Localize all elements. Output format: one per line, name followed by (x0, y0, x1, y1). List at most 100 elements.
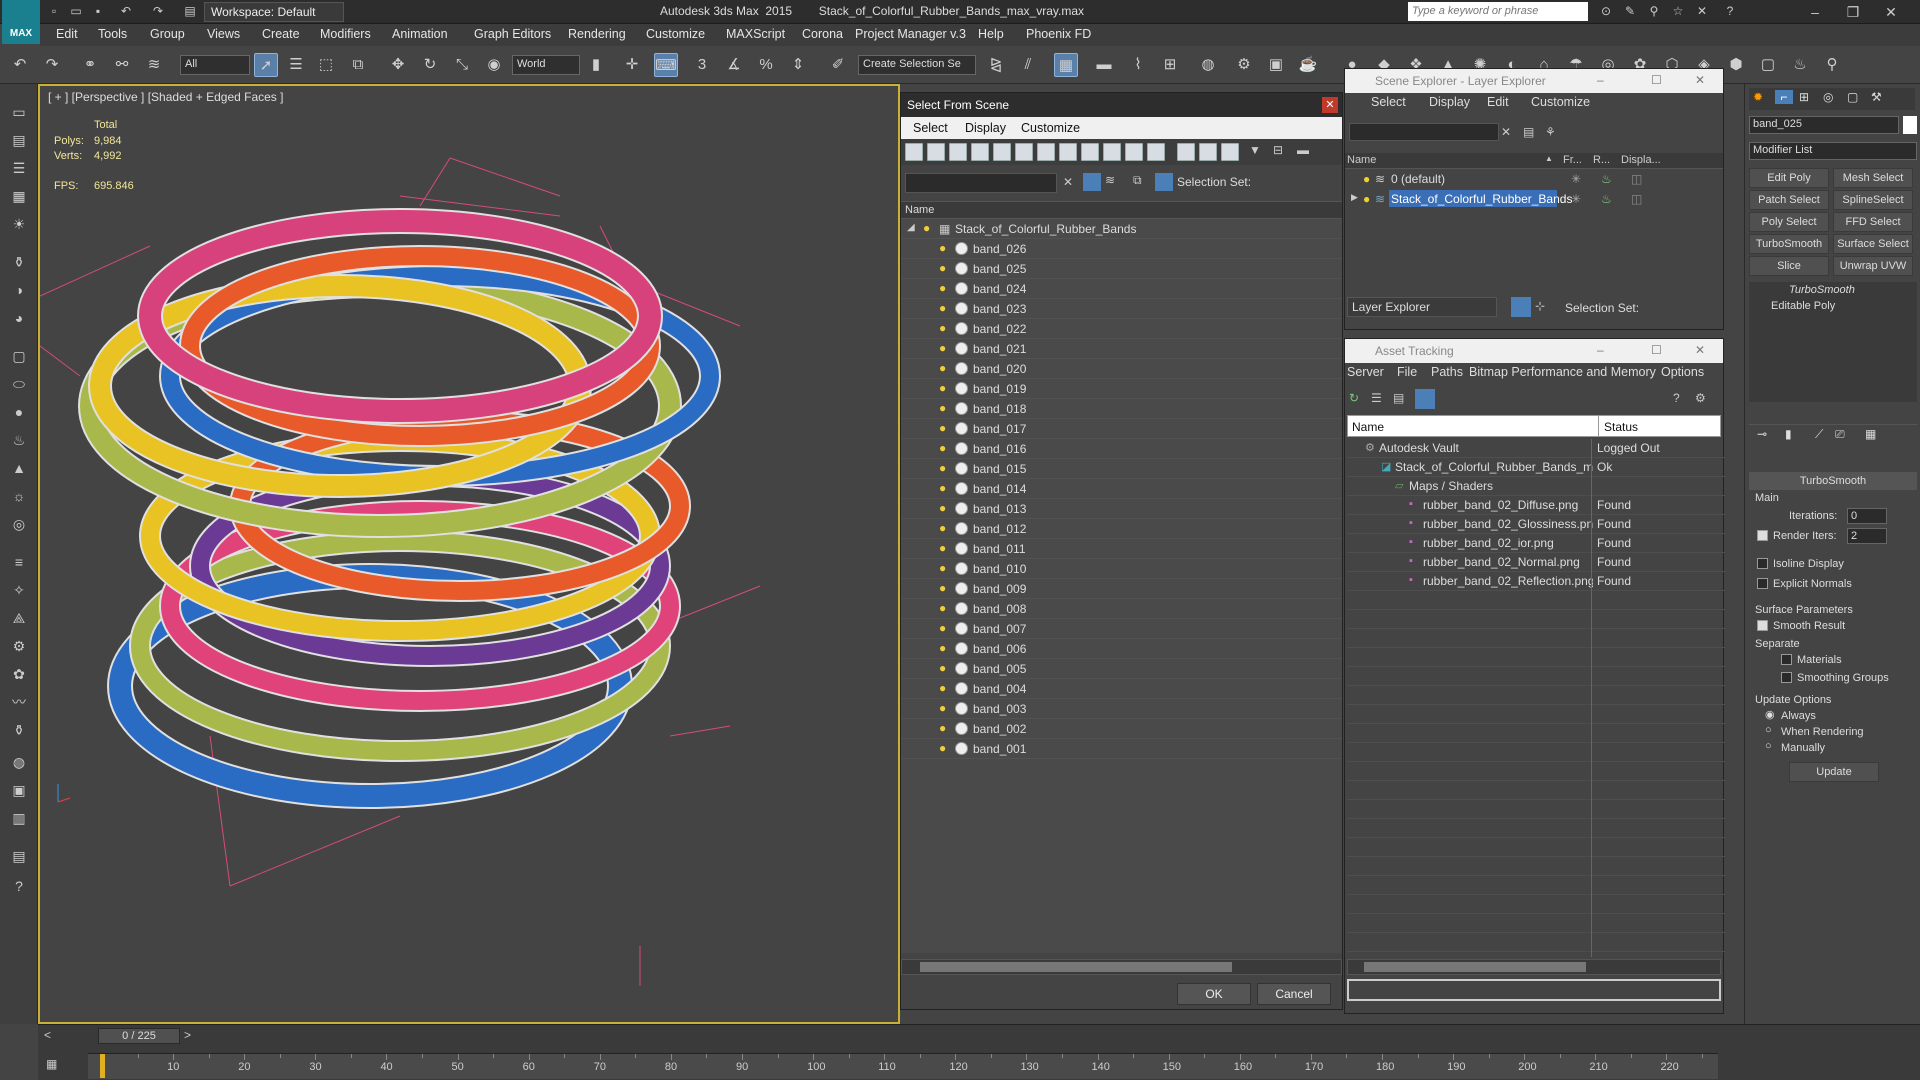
list-item[interactable]: ● band_020 (901, 359, 1342, 379)
percent-snap-icon[interactable]: % (754, 53, 778, 77)
layer-row-bands[interactable]: ▶ ● ≋ Stack_of_Colorful_Rubber_Bands ✳ ♨… (1345, 189, 1723, 209)
show-end-result-icon[interactable]: ▮ (1785, 427, 1792, 441)
list-item[interactable]: ● band_019 (901, 379, 1342, 399)
help-icon[interactable]: ? (7, 874, 31, 898)
menu-graph-editors[interactable]: Graph Editors (474, 27, 551, 41)
find-input[interactable] (1349, 123, 1499, 141)
explorer-type-dropdown[interactable]: Layer Explorer (1347, 297, 1497, 317)
col-name[interactable]: Name (1352, 420, 1384, 434)
bulb-icon[interactable]: ● (939, 541, 949, 555)
undo-icon[interactable]: ↶ (118, 3, 134, 19)
save-icon[interactable]: ▪ (90, 3, 106, 19)
bulb-icon[interactable]: ● (939, 681, 949, 695)
minimize-icon[interactable]: – (1800, 2, 1830, 22)
menu-customize[interactable]: Customize (1531, 95, 1590, 115)
frozen-icon[interactable]: ✳ (1571, 172, 1581, 186)
app-logo[interactable]: MAX (2, 0, 40, 44)
stack-icon[interactable]: ⧉ (1133, 173, 1142, 188)
settings-icon[interactable]: ▤ (7, 844, 31, 868)
teapot-prim-icon[interactable]: ♨ (7, 428, 31, 452)
asset-row[interactable]: ▪ rubber_band_02_Diffuse.png Found (1347, 496, 1725, 515)
explicit-normals-checkbox[interactable] (1757, 578, 1768, 589)
teapot2-icon[interactable]: ⚱ (7, 718, 31, 742)
menu-customize[interactable]: Customize (1021, 121, 1080, 135)
spacewarps-filter-icon[interactable] (1015, 143, 1033, 161)
light-icon[interactable]: ☀ (7, 212, 31, 236)
bulb-icon[interactable]: ● (939, 261, 949, 275)
spray-icon[interactable]: ✧ (7, 578, 31, 602)
layers-icon[interactable]: ▤ (7, 128, 31, 152)
curve-editor-icon[interactable]: ⌇ (1126, 53, 1150, 77)
manipulate-icon[interactable]: ✛ (620, 53, 644, 77)
menu-display[interactable]: Display (1429, 95, 1470, 115)
menu-tools[interactable]: Tools (98, 27, 127, 41)
render-iters-spinner[interactable]: 2 (1847, 528, 1887, 544)
asset-row[interactable]: ▪ rubber_band_02_Normal.png Found (1347, 553, 1725, 572)
list-item[interactable]: ● band_014 (901, 479, 1342, 499)
redo-icon[interactable]: ↷ (150, 3, 166, 19)
list-item[interactable]: ● band_012 (901, 519, 1342, 539)
bind-space-warp-icon[interactable]: ≋ (142, 53, 166, 77)
motion-tab-icon[interactable]: ◎ (1823, 90, 1833, 104)
find-input[interactable] (905, 173, 1057, 193)
tree-icon[interactable]: ⊹ (1535, 299, 1545, 313)
select-object-icon[interactable]: ➚ (254, 53, 278, 77)
cancel-button[interactable]: Cancel (1257, 983, 1331, 1005)
curve-editor-mini-icon[interactable]: ▦ (46, 1057, 57, 1071)
minimize-icon[interactable]: – (1597, 343, 1604, 357)
bulb-icon[interactable]: ● (939, 401, 949, 415)
redo-icon[interactable]: ↷ (40, 53, 64, 77)
unwrap-uvw-button[interactable]: Unwrap UVW (1833, 256, 1913, 276)
menu-modifiers[interactable]: Modifiers (320, 27, 371, 41)
list-item[interactable]: ● band_015 (901, 459, 1342, 479)
hidden-filter-icon[interactable] (1147, 143, 1165, 161)
selection-filter-dropdown[interactable]: All (180, 55, 250, 75)
clear-icon[interactable]: ✕ (1063, 175, 1073, 189)
bulb-icon[interactable]: ● (939, 581, 949, 595)
undo-icon[interactable]: ↶ (8, 53, 32, 77)
iterations-spinner[interactable]: 0 (1847, 508, 1887, 524)
smooth-result-checkbox[interactable] (1757, 620, 1768, 631)
list-view-icon[interactable]: ☰ (1371, 391, 1382, 405)
radio-always-icon[interactable]: ◉ (1765, 708, 1775, 721)
remove-modifier-icon[interactable]: ⎚ (1835, 427, 1845, 442)
display-icon[interactable]: ◫ (1631, 172, 1642, 186)
help-icon[interactable]: ? (1722, 3, 1738, 19)
ffd-select-button[interactable]: FFD Select (1833, 212, 1913, 232)
refresh-icon[interactable]: ↻ (1349, 391, 1359, 405)
bulb-icon[interactable]: ● (939, 501, 949, 515)
add-selection-icon[interactable]: ⚘ (1545, 125, 1556, 139)
frozen-filter-icon[interactable] (1125, 143, 1143, 161)
bulb-icon[interactable]: ● (939, 601, 949, 615)
current-frame-marker[interactable] (100, 1054, 105, 1078)
create-tab-icon[interactable]: ✹ (1753, 90, 1763, 104)
helpers-filter-icon[interactable] (993, 143, 1011, 161)
list-icon[interactable]: ☰ (7, 156, 31, 180)
bulb-icon[interactable]: ● (939, 241, 949, 255)
menu-corona[interactable]: Corona (802, 27, 843, 41)
menu-customize[interactable]: Customize (646, 27, 705, 41)
perspective-viewport[interactable]: [ + ] [Perspective ] [Shaded + Edged Fac… (38, 84, 900, 1024)
align-icon[interactable]: ⫽ (1016, 53, 1040, 77)
bulb-icon[interactable]: ● (923, 221, 933, 235)
menu-help[interactable]: Help (978, 27, 1004, 41)
sun-icon[interactable]: ☼ (7, 484, 31, 508)
patch-select-button[interactable]: Patch Select (1749, 190, 1829, 210)
dialog-title[interactable]: Select From Scene (901, 93, 1342, 117)
plant-icon[interactable]: ✿ (7, 662, 31, 686)
minimize-icon[interactable]: – (1597, 73, 1604, 87)
maximize-icon[interactable]: ☐ (1651, 73, 1662, 87)
groups-filter-icon[interactable] (1037, 143, 1055, 161)
close-icon[interactable]: ✕ (1695, 73, 1705, 87)
stairs-icon[interactable]: ≡ (7, 550, 31, 574)
object-name-input[interactable]: band_025 (1749, 116, 1899, 134)
prev-frame-icon[interactable]: < (44, 1028, 51, 1042)
asset-row[interactable]: ▪ rubber_band_02_ior.png Found (1347, 534, 1725, 553)
scale-icon[interactable]: ⤡ (450, 53, 474, 77)
next-frame-icon[interactable]: > (184, 1028, 191, 1042)
signin-icon[interactable]: ⚲ (1646, 3, 1662, 19)
asset-row[interactable]: ▪ rubber_band_02_Glossiness.png Found (1347, 515, 1725, 534)
modifier-list-dropdown[interactable]: Modifier List (1749, 142, 1917, 160)
path-input[interactable] (1347, 979, 1721, 1001)
render-iters-checkbox[interactable] (1757, 530, 1768, 541)
